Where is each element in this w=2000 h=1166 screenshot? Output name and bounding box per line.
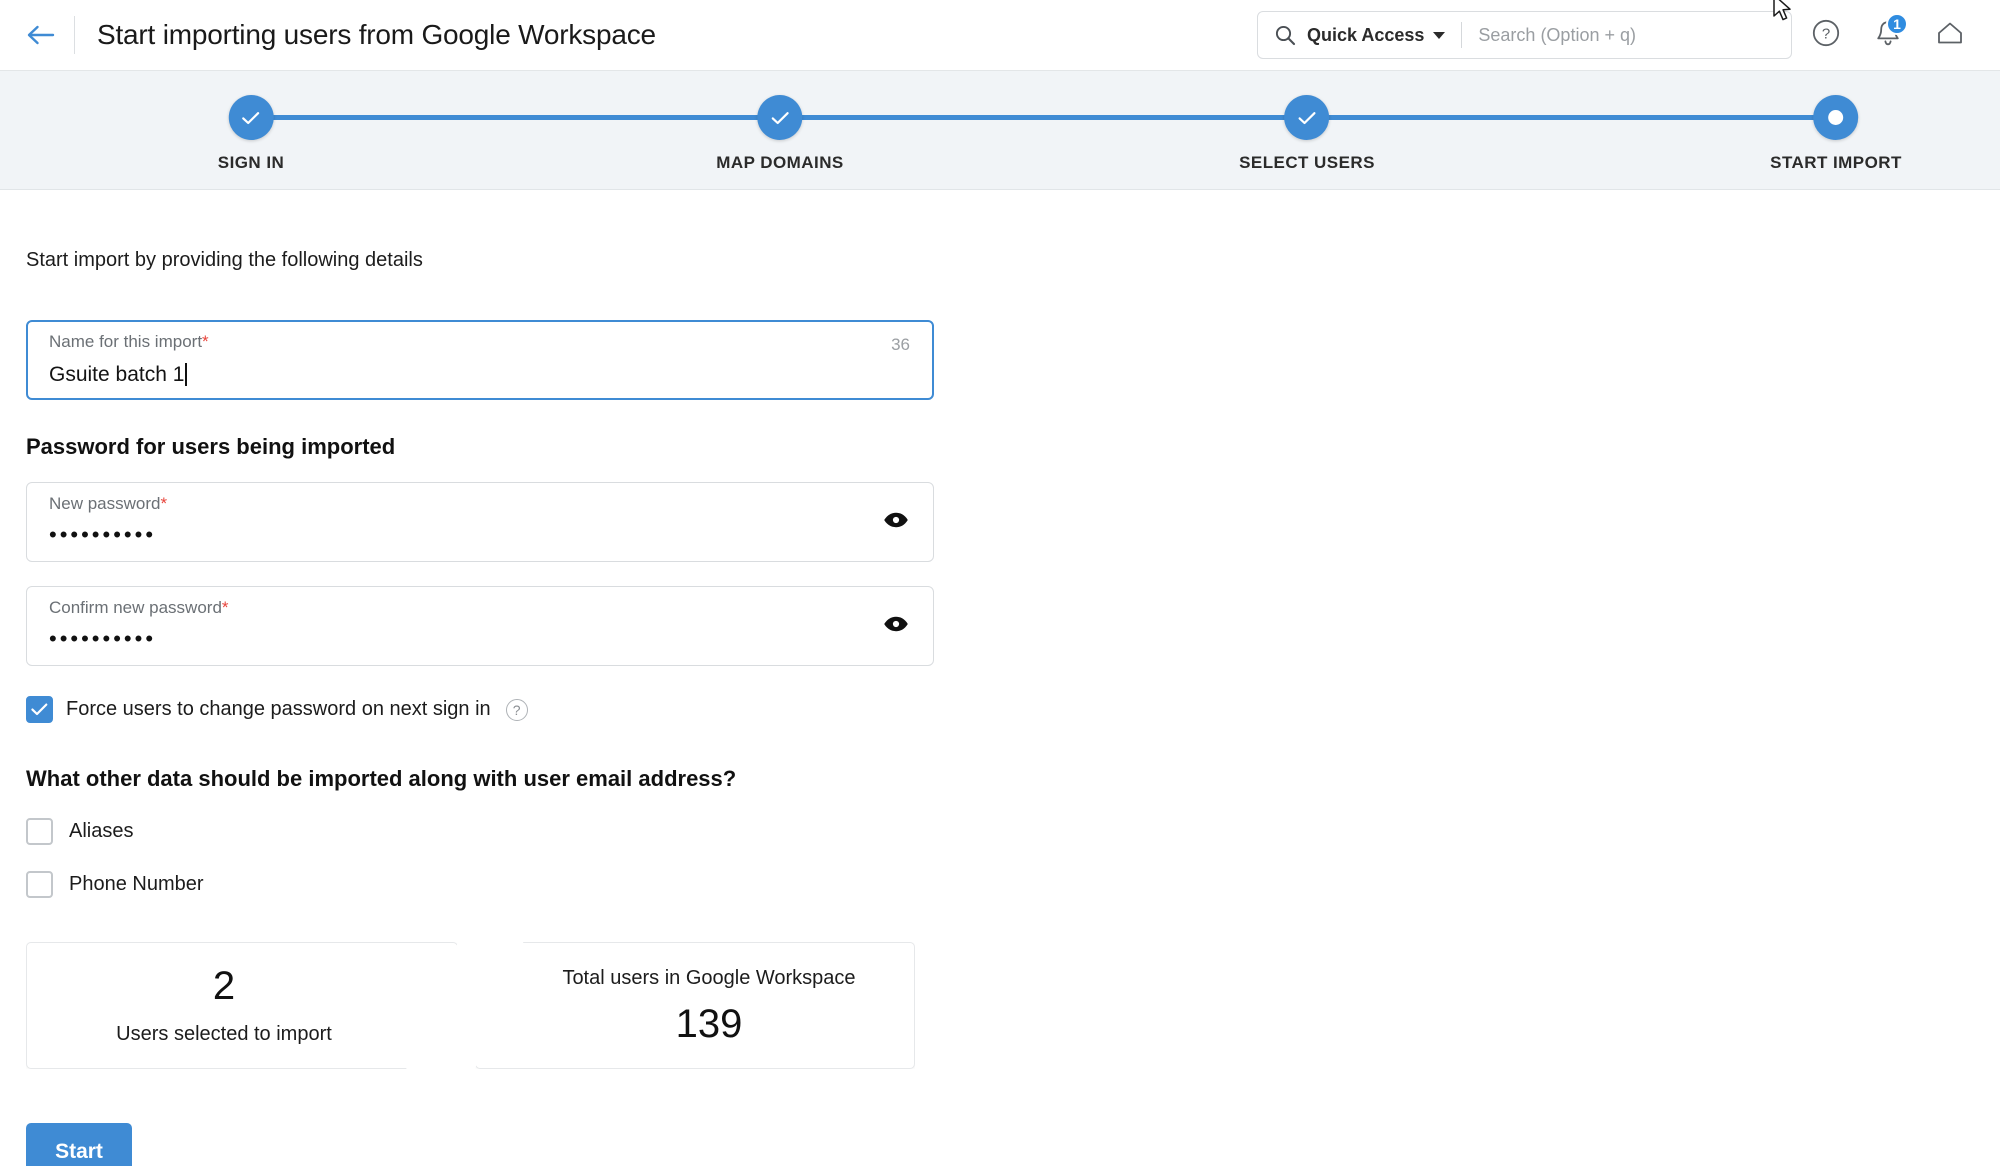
- stepper-step-sign-in[interactable]: SIGN IN: [218, 95, 284, 173]
- check-icon: [1284, 95, 1330, 140]
- required-asterisk: *: [221, 598, 229, 617]
- import-name-value-row: Gsuite batch 1: [49, 363, 915, 386]
- new-password-value: ••••••••••: [49, 522, 157, 547]
- stepper-label: START IMPORT: [1770, 153, 1902, 172]
- required-asterisk: *: [160, 494, 168, 513]
- new-password-field[interactable]: New password* ••••••••••: [26, 482, 934, 562]
- stepper-step-select-users[interactable]: SELECT USERS: [1239, 95, 1375, 173]
- search-icon: [1274, 24, 1296, 46]
- top-bar: Start importing users from Google Worksp…: [0, 0, 2000, 71]
- help-circle-icon: ?: [1811, 18, 1841, 53]
- global-search[interactable]: Quick Access: [1257, 11, 1792, 59]
- stepper-label: SELECT USERS: [1239, 153, 1375, 172]
- page-title: Start importing users from Google Worksp…: [97, 19, 656, 50]
- force-change-password-row[interactable]: Force users to change password on next s…: [26, 696, 1974, 723]
- quick-access-dropdown[interactable]: Quick Access: [1307, 24, 1446, 46]
- force-change-password-label: Force users to change password on next s…: [66, 698, 491, 720]
- option-row-phone-number[interactable]: Phone Number: [26, 871, 1974, 898]
- quick-access-label: Quick Access: [1307, 24, 1425, 45]
- force-change-password-checkbox[interactable]: [26, 696, 53, 723]
- help-button[interactable]: ?: [1798, 7, 1854, 63]
- stepper-label: MAP DOMAINS: [716, 153, 844, 172]
- required-asterisk: *: [202, 332, 209, 351]
- import-stepper: SIGN IN MAP DOMAINS SELECT USERS START I…: [0, 71, 2000, 190]
- character-counter: 36: [891, 335, 910, 354]
- notifications-button[interactable]: 1: [1860, 7, 1916, 63]
- stepper-progress-line: [251, 115, 1836, 120]
- arrow-left-icon: [26, 24, 56, 46]
- stepper-step-map-domains[interactable]: MAP DOMAINS: [716, 95, 843, 173]
- force-change-help-icon[interactable]: ?: [505, 698, 528, 721]
- selected-users-value: 2: [212, 963, 236, 1008]
- confirm-password-field[interactable]: Confirm new password* ••••••••••: [26, 586, 934, 666]
- toggle-new-password-visibility[interactable]: [879, 505, 913, 539]
- current-step-dot-icon: [1813, 95, 1859, 140]
- selected-users-caption: Users selected to import: [116, 1022, 332, 1045]
- phone-number-label: Phone Number: [69, 873, 204, 895]
- import-name-label: Name for this import*: [49, 332, 209, 351]
- chevron-down-icon: [1433, 31, 1446, 39]
- text-cursor: [185, 363, 188, 386]
- import-name-field[interactable]: Name for this import* 36 Gsuite batch 1: [26, 320, 934, 400]
- toggle-confirm-password-visibility[interactable]: [879, 609, 913, 643]
- start-button[interactable]: Start: [26, 1123, 132, 1166]
- intro-text: Start import by providing the following …: [26, 249, 423, 271]
- new-password-label: New password*: [49, 494, 168, 513]
- check-icon: [228, 95, 274, 140]
- confirm-password-value: ••••••••••: [49, 626, 157, 651]
- aliases-checkbox[interactable]: [26, 818, 53, 845]
- svg-text:?: ?: [1822, 25, 1830, 42]
- eye-icon: [883, 512, 909, 533]
- password-section-heading: Password for users being imported: [26, 434, 396, 459]
- aliases-label: Aliases: [69, 820, 134, 842]
- home-icon: [1935, 19, 1965, 52]
- search-input[interactable]: [1478, 24, 1777, 46]
- stats-cards: 2 Users selected to import Total users i…: [26, 942, 916, 1069]
- top-bar-actions: Quick Access ? 1: [1257, 7, 1978, 63]
- home-button[interactable]: [1922, 7, 1978, 63]
- confirm-password-label: Confirm new password*: [49, 598, 229, 617]
- main-content: Start import by providing the following …: [0, 249, 2000, 1166]
- stepper-step-start-import[interactable]: START IMPORT: [1770, 95, 1902, 173]
- phone-number-checkbox[interactable]: [26, 871, 53, 898]
- stepper-label: SIGN IN: [217, 153, 285, 172]
- check-icon: [757, 95, 803, 140]
- selected-users-card: 2 Users selected to import: [26, 942, 458, 1069]
- total-users-value: 139: [675, 1002, 743, 1046]
- option-row-aliases[interactable]: Aliases: [26, 818, 1974, 845]
- notification-badge: 1: [1886, 13, 1908, 35]
- search-separator: [1461, 22, 1463, 48]
- stepper-track-container: SIGN IN MAP DOMAINS SELECT USERS START I…: [0, 71, 2000, 189]
- back-button[interactable]: [18, 12, 64, 58]
- total-users-caption: Total users in Google Workspace: [562, 967, 856, 989]
- eye-icon: [883, 616, 909, 637]
- other-data-heading: What other data should be imported along…: [26, 766, 737, 791]
- total-users-card: Total users in Google Workspace 139: [475, 942, 915, 1069]
- import-name-value: Gsuite batch 1: [49, 363, 185, 386]
- header-divider: [74, 16, 75, 54]
